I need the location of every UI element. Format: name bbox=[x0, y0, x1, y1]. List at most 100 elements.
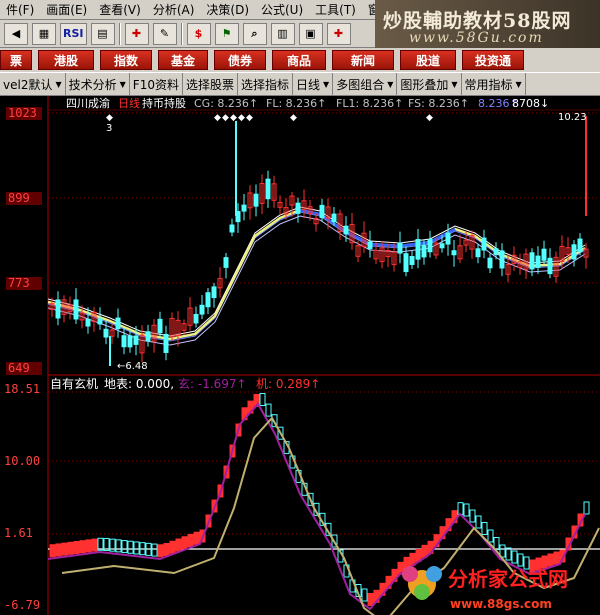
table-icon[interactable]: ▤ bbox=[90, 22, 115, 45]
tab-label: 选择指标 bbox=[241, 77, 290, 92]
category-button-4[interactable]: 债券 bbox=[214, 50, 266, 70]
tab-label: F10资料 bbox=[132, 77, 179, 92]
tab-4[interactable]: 选择指标 bbox=[238, 73, 294, 95]
rsi-button[interactable]: RSI bbox=[60, 22, 87, 45]
price-candle bbox=[163, 333, 169, 353]
tab-0[interactable]: vel2默认 ▼ bbox=[0, 73, 66, 95]
price-candle bbox=[205, 292, 211, 308]
price-candle bbox=[397, 242, 403, 254]
category-button-0[interactable]: 票 bbox=[0, 50, 32, 70]
toolbar-separator bbox=[180, 22, 183, 45]
price-candle bbox=[295, 202, 301, 214]
price-candle bbox=[127, 335, 133, 348]
dropdown-arrow-icon[interactable]: ▼ bbox=[451, 80, 457, 89]
indicator-bar bbox=[187, 534, 194, 547]
binoculars-icon[interactable]: ⌕ bbox=[242, 22, 267, 45]
menu-item-1[interactable]: 画面(E) bbox=[40, 0, 93, 20]
tab-label: 选择股票 bbox=[185, 77, 234, 92]
tab-6[interactable]: 多图组合 ▼ bbox=[333, 73, 398, 95]
category-button-7[interactable]: 股道 bbox=[400, 50, 456, 70]
menu-item-6[interactable]: 工具(T) bbox=[309, 0, 362, 20]
cross-icon[interactable]: ✚ bbox=[124, 22, 149, 45]
back-icon[interactable]: ◀ bbox=[4, 22, 28, 45]
tab-label: 日线 bbox=[296, 77, 321, 92]
tab-8[interactable]: 常用指标 ▼ bbox=[462, 73, 526, 95]
title-text-5: FL1: 8.236↑ bbox=[336, 97, 403, 110]
chart-icon[interactable]: ▥ bbox=[270, 22, 295, 45]
banner-title: 炒股輔助教材58股网 bbox=[383, 10, 572, 32]
grid-icon[interactable]: ▦ bbox=[32, 22, 56, 45]
price-candle bbox=[445, 232, 451, 245]
indicator-bar bbox=[163, 543, 170, 556]
pen-icon[interactable]: ✎ bbox=[152, 22, 177, 45]
tab-7[interactable]: 图形叠加 ▼ bbox=[397, 73, 462, 95]
indicator-bar bbox=[61, 542, 68, 556]
indicator-bar bbox=[85, 539, 92, 553]
indicator-bar bbox=[73, 541, 80, 554]
high-price-label: 10.23 bbox=[558, 112, 587, 123]
menu-item-2[interactable]: 查看(V) bbox=[93, 0, 147, 20]
price-candle bbox=[571, 244, 577, 260]
price-axis-label: 773 bbox=[8, 276, 30, 290]
stock-chart[interactable]: 1023 899 773 649 四川成渝 日线 持币持股 CG: 8.236↑ FL: 8.2… bbox=[0, 96, 600, 615]
price-candle bbox=[547, 257, 553, 275]
category-button-1[interactable]: 港股 bbox=[38, 50, 94, 70]
title-text-3: CG: 8.236↑ bbox=[194, 97, 258, 110]
title-text-6: FS: 8.236↑ bbox=[408, 97, 469, 110]
dollar-button[interactable]: $ bbox=[186, 22, 211, 45]
menu-item-0[interactable]: 件(F) bbox=[0, 0, 40, 20]
tab-label: 常用指标 bbox=[464, 77, 513, 92]
price-candle bbox=[475, 248, 481, 258]
indicator-line2: 玄: -1.697↑ bbox=[178, 376, 247, 391]
price-candle bbox=[481, 237, 487, 251]
category-button-8[interactable]: 投资通 bbox=[462, 50, 524, 70]
category-bar: 票港股 指数 基金 债券 商品 新闻 股道 投资通 bbox=[0, 48, 600, 72]
category-button-5[interactable]: 商品 bbox=[272, 50, 326, 70]
watermark-url: www.88gs.com bbox=[450, 597, 552, 611]
tab-label: 多图组合 bbox=[336, 77, 385, 92]
price-candle bbox=[223, 257, 229, 268]
flag-icon[interactable]: ⚑ bbox=[214, 22, 239, 45]
price-candle bbox=[451, 250, 457, 256]
indicator-axis-label: 1.61 bbox=[4, 526, 33, 540]
indicator-bar bbox=[91, 538, 98, 552]
price-candle bbox=[199, 304, 205, 315]
menu-item-4[interactable]: 决策(D) bbox=[200, 0, 255, 20]
category-button-2[interactable]: 指数 bbox=[100, 50, 152, 70]
price-axis-label: 899 bbox=[8, 191, 30, 205]
tab-label: 技术分析 bbox=[68, 77, 117, 92]
price-candle bbox=[85, 318, 91, 327]
tab-1[interactable]: 技术分析 ▼ bbox=[66, 73, 130, 95]
indicator-bar bbox=[367, 593, 374, 606]
price-candle bbox=[133, 335, 139, 345]
price-candle bbox=[229, 224, 235, 233]
price-candle bbox=[121, 335, 127, 348]
flower-petal bbox=[402, 566, 418, 582]
indicator-bar bbox=[169, 540, 176, 554]
dropdown-arrow-icon[interactable]: ▼ bbox=[323, 80, 329, 89]
cross-red-icon[interactable]: ✚ bbox=[326, 22, 351, 45]
dropdown-arrow-icon[interactable]: ▼ bbox=[387, 80, 393, 89]
tab-5[interactable]: 日线 ▼ bbox=[293, 73, 334, 95]
price-candle bbox=[529, 252, 535, 270]
indicator-bar bbox=[553, 551, 560, 565]
price-candle bbox=[115, 317, 121, 330]
price-axis-label: 649 bbox=[8, 361, 30, 375]
price-candle bbox=[403, 253, 409, 273]
calculator-icon[interactable]: ▣ bbox=[298, 22, 323, 45]
price-axis-label: 1023 bbox=[8, 106, 37, 120]
menu-item-3[interactable]: 分析(A) bbox=[147, 0, 201, 20]
indicator-axis-label: 10.00 bbox=[4, 454, 40, 468]
dropdown-arrow-icon[interactable]: ▼ bbox=[516, 80, 522, 89]
price-candle bbox=[427, 238, 433, 253]
signal-diamond: ◆ bbox=[238, 113, 245, 123]
tab-2[interactable]: F10资料 bbox=[130, 73, 183, 95]
menu-item-5[interactable]: 公式(U) bbox=[255, 0, 309, 20]
category-button-3[interactable]: 基金 bbox=[158, 50, 208, 70]
tab-3[interactable]: 选择股票 bbox=[183, 73, 238, 95]
indicator-name: 自有玄机 bbox=[50, 376, 98, 391]
dropdown-arrow-icon[interactable]: ▼ bbox=[120, 80, 126, 89]
dropdown-arrow-icon[interactable]: ▼ bbox=[55, 80, 61, 89]
category-button-6[interactable]: 新闻 bbox=[332, 50, 394, 70]
marker-label: 3 bbox=[106, 123, 112, 134]
